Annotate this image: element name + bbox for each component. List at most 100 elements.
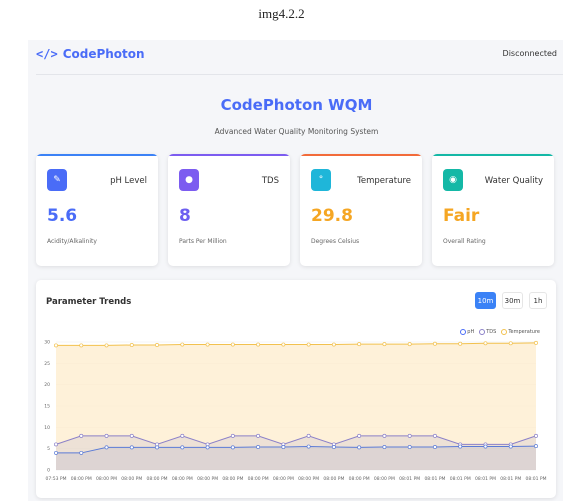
card-label: TDS [261,176,279,186]
trend-chart: 0 5 10 15 20 25 30 07:53 PM 08:00 PM 08:00 PM 08:0… [44,340,546,483]
code-icon: </> [36,47,58,61]
data-point-ph [382,445,387,449]
data-point-tds [104,433,109,438]
thermometer-icon: ° [311,169,331,191]
card-sublabel: Parts Per Million [179,238,227,245]
data-point-tds [230,433,235,438]
data-point-ph [230,445,235,450]
data-point-ph [104,445,109,450]
metric-card-temperature: ° Temperature 29.8 Degrees Celsius [300,154,422,266]
data-point-temperature [306,342,311,347]
card-accent-bar [432,154,554,156]
connection-status: Disconnected [502,49,557,58]
y-tick-label: 15 [44,404,50,410]
metric-card-ph-level: ✎ pH Level 5.6 Acidity/Alkalinity [36,154,158,266]
card-label: Temperature [357,176,411,186]
x-tick-label: 08:00 PM [172,476,193,482]
data-point-temperature [155,343,160,347]
data-point-temperature [256,342,261,347]
series-area-ph [56,446,536,470]
icon-glyph: ° [318,175,324,185]
quality-icon: ◉ [443,169,463,191]
card-label: pH Level [110,176,147,186]
card-accent-bar [168,154,290,156]
image-caption: img4.2.2 [258,6,305,21]
y-tick-label: 0 [47,468,50,474]
data-point-temperature [230,342,235,347]
x-tick-label: 08:00 PM [222,476,243,482]
x-tick-label: 08:00 PM [121,476,142,482]
data-point-ph [357,445,362,450]
data-point-ph [155,445,160,450]
data-point-temperature [79,343,84,348]
data-point-tds [407,433,412,438]
data-point-temperature [205,342,210,347]
icon-glyph: ✎ [53,175,61,185]
y-tick-label: 25 [44,361,50,367]
card-value: Fair [443,206,480,226]
data-point-temperature [331,342,336,347]
data-point-temperature [281,342,286,347]
logo-text: CodePhoton [62,47,145,61]
data-point-ph [129,445,134,450]
card-label: Water Quality [484,176,543,186]
data-point-ph [306,444,311,449]
x-tick-label: 08:00 PM [71,476,92,482]
x-tick-label: 08:00 PM [147,476,168,482]
data-point-ph [180,445,185,450]
header-divider [36,74,563,75]
data-point-tds [534,433,538,438]
data-point-ph [331,445,336,449]
data-point-temperature [508,341,513,346]
icon-glyph: ● [185,175,193,185]
trends-card: Parameter Trends 10m 30m 1h pH TDS Tempera… [36,280,556,498]
data-point-temperature [534,340,538,345]
y-tick-label: 10 [44,425,50,431]
data-point-temperature [483,341,488,346]
data-point-tds [180,433,185,438]
x-tick-label: 08:01 PM [424,476,445,482]
data-point-tds [432,433,437,438]
y-tick-label: 30 [44,340,50,346]
pencil-icon: ✎ [47,169,67,191]
card-value: 29.8 [311,206,353,226]
data-point-ph [54,450,58,455]
data-point-ph [205,445,210,450]
data-point-ph [79,450,84,455]
data-point-ph [407,445,412,449]
card-accent-bar [300,154,422,156]
data-point-temperature [104,343,109,348]
data-point-temperature [432,341,437,346]
x-tick-label: 08:01 PM [450,476,471,482]
icon-glyph: ◉ [449,175,457,185]
data-point-ph [534,444,538,449]
x-tick-label: 08:00 PM [374,476,395,482]
data-point-tds [54,442,58,447]
x-tick-label: 08:00 PM [298,476,319,482]
data-point-ph [256,445,261,449]
data-point-tds [256,433,261,438]
metric-card-water-quality: ◉ Water Quality Fair Overall Rating [432,154,554,266]
data-point-temperature [129,343,134,347]
data-point-ph [483,444,488,449]
x-tick-label: 08:01 PM [475,476,496,482]
x-tick-label: 08:01 PM [399,476,420,482]
data-point-tds [79,433,84,438]
x-tick-label: 08:00 PM [248,476,269,482]
data-point-tds [129,433,134,438]
x-tick-label: 07:53 PM [46,476,67,482]
y-tick-label: 5 [47,446,50,452]
data-point-tds [357,433,362,438]
logo[interactable]: </> CodePhoton [36,47,145,61]
water-drop-icon: ● [179,169,199,191]
page-subtitle: Advanced Water Quality Monitoring System [214,127,379,136]
data-point-ph [458,444,463,449]
data-point-temperature [458,341,463,346]
metric-card-tds: ● TDS 8 Parts Per Million [168,154,290,266]
top-bar: </> CodePhoton Disconnected [28,40,563,72]
y-tick-label: 20 [44,382,50,388]
data-point-ph [508,444,513,449]
data-point-temperature [180,342,185,347]
app-window: </> CodePhoton Disconnected CodePhoton W… [28,40,563,501]
data-point-temperature [54,343,58,348]
